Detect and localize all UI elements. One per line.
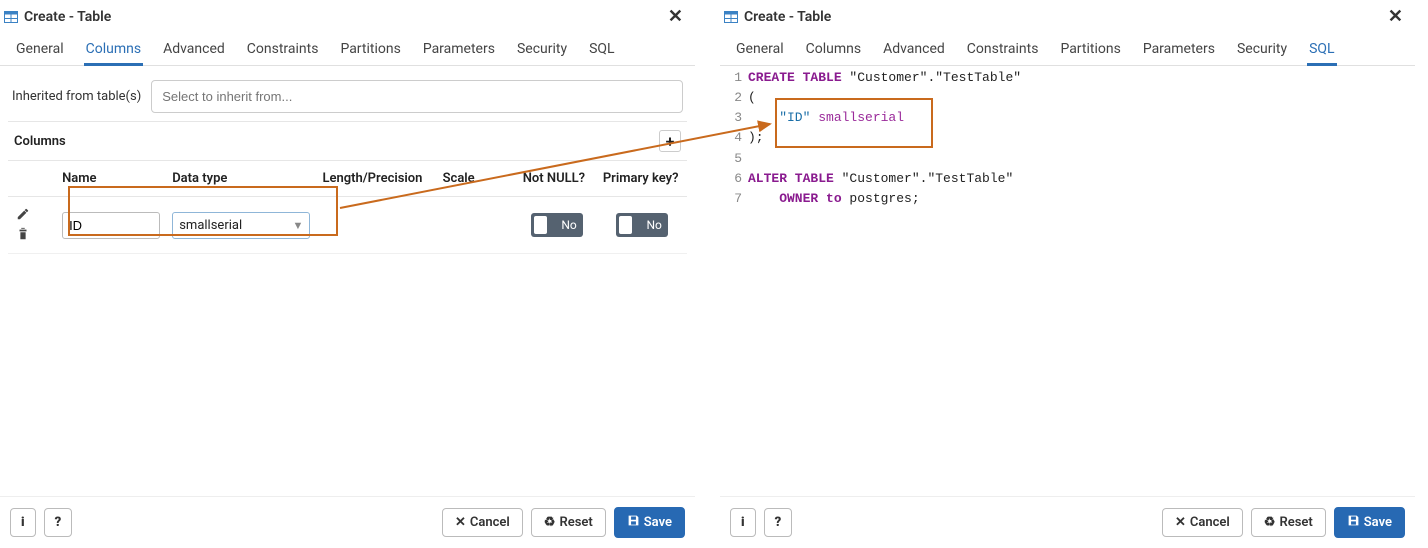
col-header-name: Name xyxy=(56,161,166,197)
column-type-select[interactable]: smallserial ▼ xyxy=(172,212,310,239)
info-button[interactable]: i xyxy=(730,508,756,537)
tab-general[interactable]: General xyxy=(734,37,786,65)
notnull-toggle[interactable]: No xyxy=(531,213,583,237)
reset-button[interactable]: ♻ Reset xyxy=(1251,508,1326,537)
columns-body: Inherited from table(s) Columns + Name D… xyxy=(0,66,695,496)
edit-row-icon[interactable] xyxy=(14,205,32,223)
table-icon xyxy=(4,10,18,24)
save-icon xyxy=(627,514,640,531)
tabs-right: General Columns Advanced Constraints Par… xyxy=(720,31,1415,66)
columns-section-header: Columns + xyxy=(8,121,687,161)
window-title: Create - Table xyxy=(24,9,111,25)
column-type-value: smallserial xyxy=(179,218,242,233)
close-icon: ✕ xyxy=(1175,515,1186,530)
tab-partitions[interactable]: Partitions xyxy=(338,37,402,65)
inherit-input[interactable] xyxy=(151,80,683,113)
help-button[interactable]: ? xyxy=(44,508,73,537)
pk-value: No xyxy=(647,218,662,232)
close-icon[interactable]: ✕ xyxy=(664,6,687,27)
col-header-type: Data type xyxy=(166,161,316,197)
col-header-length: Length/Precision xyxy=(316,161,436,197)
tab-parameters[interactable]: Parameters xyxy=(421,37,497,65)
column-name-input[interactable] xyxy=(62,212,160,239)
table-row: smallserial ▼ No No xyxy=(8,197,687,254)
footer-right: i ? ✕ Cancel ♻ Reset Save xyxy=(720,496,1415,548)
tab-advanced[interactable]: Advanced xyxy=(161,37,227,65)
save-icon xyxy=(1347,514,1360,531)
columns-heading: Columns xyxy=(14,134,66,149)
tab-advanced[interactable]: Advanced xyxy=(881,37,947,65)
col-header-scale: Scale xyxy=(437,161,517,197)
reset-button[interactable]: ♻ Reset xyxy=(531,508,606,537)
help-button[interactable]: ? xyxy=(764,508,793,537)
cancel-button[interactable]: ✕ Cancel xyxy=(442,508,523,537)
recycle-icon: ♻ xyxy=(1264,515,1276,530)
close-icon: ✕ xyxy=(455,515,466,530)
code-content: CREATE TABLE "Customer"."TestTable" ( "I… xyxy=(748,68,1415,496)
tab-sql[interactable]: SQL xyxy=(587,37,616,65)
inherit-row: Inherited from table(s) xyxy=(8,74,687,119)
delete-row-icon[interactable] xyxy=(14,225,32,243)
inherit-label: Inherited from table(s) xyxy=(12,89,141,104)
add-column-button[interactable]: + xyxy=(659,130,681,152)
create-table-sql-panel: Create - Table ✕ General Columns Advance… xyxy=(720,0,1415,548)
create-table-columns-panel: Create - Table ✕ General Columns Advance… xyxy=(0,0,695,548)
info-button[interactable]: i xyxy=(10,508,36,537)
save-button[interactable]: Save xyxy=(1334,507,1405,538)
save-button[interactable]: Save xyxy=(614,507,685,538)
col-header-notnull: Not NULL? xyxy=(517,161,597,197)
titlebar: Create - Table ✕ xyxy=(720,0,1415,31)
primarykey-toggle[interactable]: No xyxy=(616,213,668,237)
window-title: Create - Table xyxy=(744,9,831,25)
close-icon[interactable]: ✕ xyxy=(1384,6,1407,27)
line-gutter: 1234567 xyxy=(720,68,748,496)
table-icon xyxy=(724,10,738,24)
tab-general[interactable]: General xyxy=(14,37,66,65)
tab-security[interactable]: Security xyxy=(1235,37,1289,65)
tab-security[interactable]: Security xyxy=(515,37,569,65)
tab-partitions[interactable]: Partitions xyxy=(1058,37,1122,65)
notnull-value: No xyxy=(561,218,576,232)
titlebar: Create - Table ✕ xyxy=(0,0,695,31)
chevron-down-icon: ▼ xyxy=(293,219,304,232)
cancel-button[interactable]: ✕ Cancel xyxy=(1162,508,1243,537)
footer-left: i ? ✕ Cancel ♻ Reset Save xyxy=(0,496,695,548)
tab-constraints[interactable]: Constraints xyxy=(245,37,321,65)
recycle-icon: ♻ xyxy=(544,515,556,530)
tab-constraints[interactable]: Constraints xyxy=(965,37,1041,65)
columns-table: Name Data type Length/Precision Scale No… xyxy=(8,161,687,254)
col-header-pk: Primary key? xyxy=(597,161,687,197)
tab-columns[interactable]: Columns xyxy=(84,37,143,65)
tabs-left: General Columns Advanced Constraints Par… xyxy=(0,31,695,66)
tab-parameters[interactable]: Parameters xyxy=(1141,37,1217,65)
tab-columns[interactable]: Columns xyxy=(804,37,863,65)
sql-editor[interactable]: 1234567 CREATE TABLE "Customer"."TestTab… xyxy=(720,66,1415,496)
tab-sql[interactable]: SQL xyxy=(1307,37,1336,65)
